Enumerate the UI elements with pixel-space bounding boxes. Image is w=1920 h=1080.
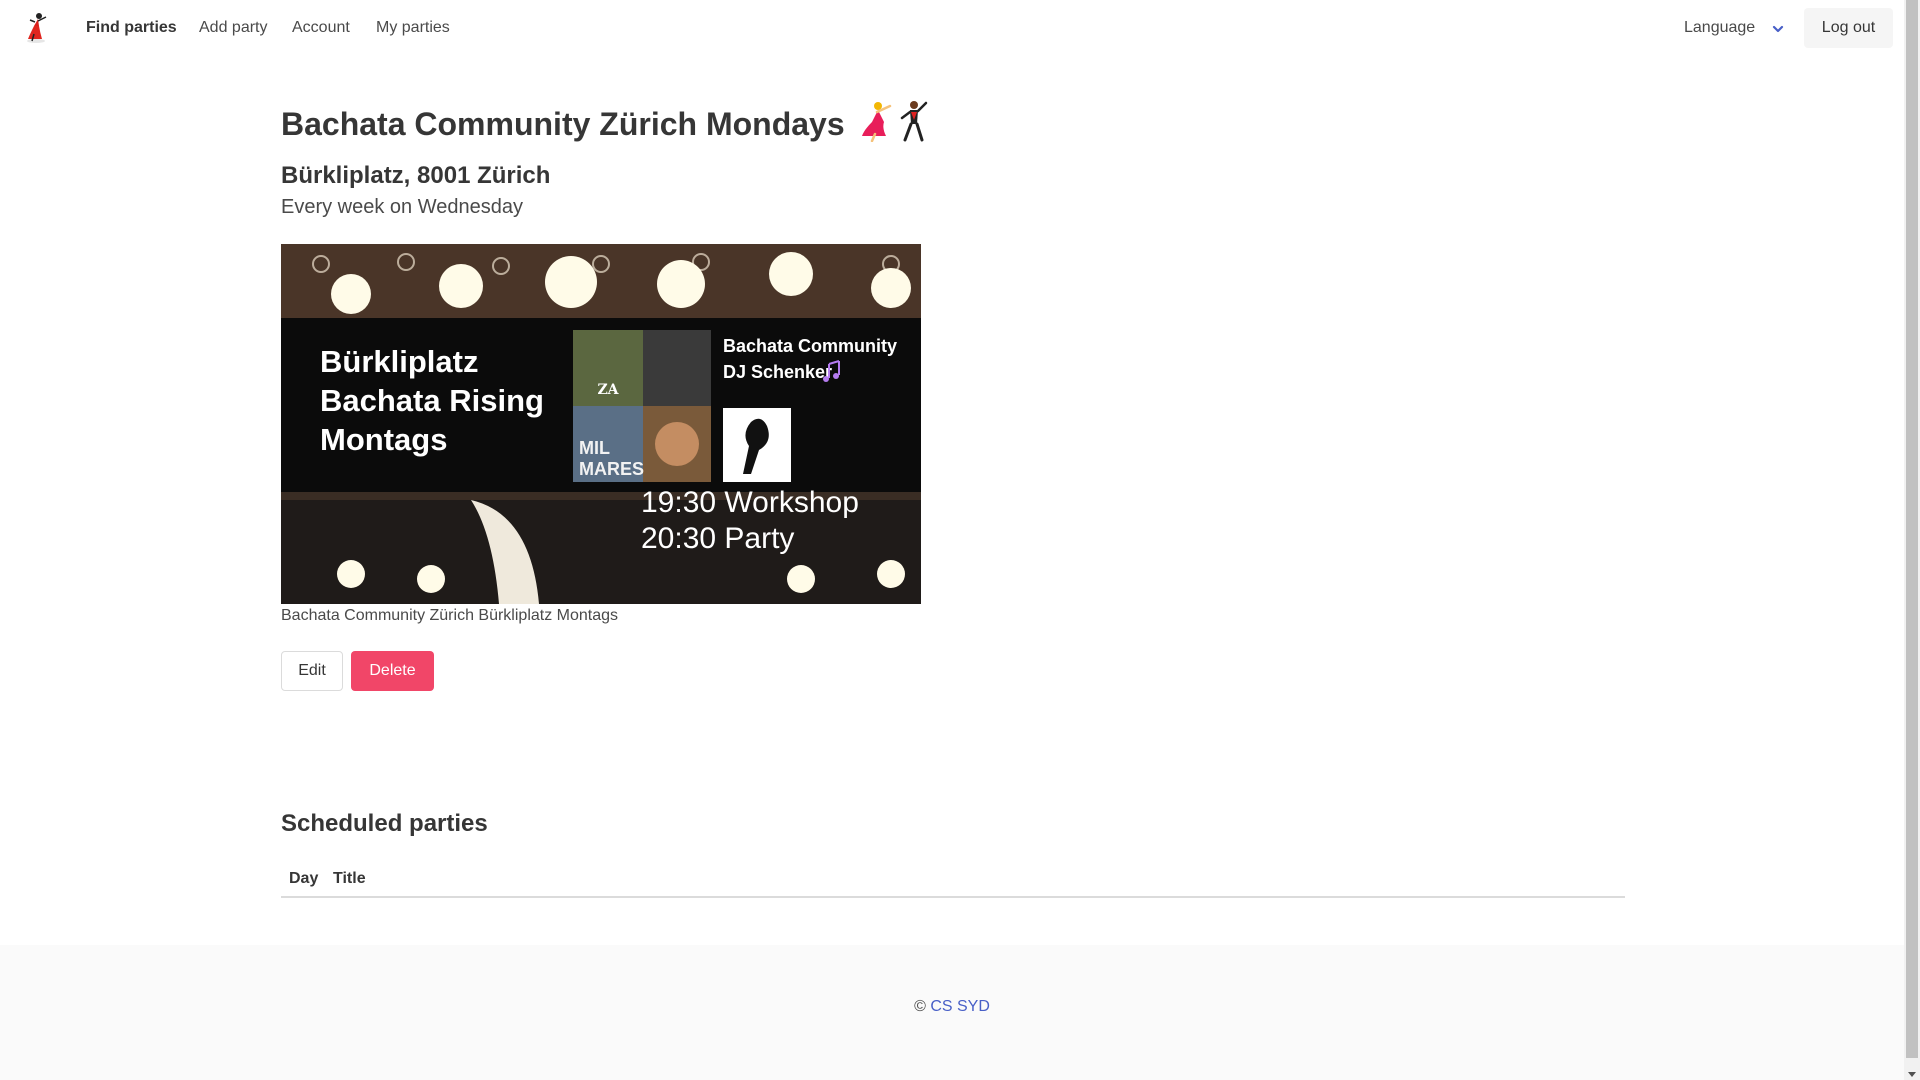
poster-heading-line-2: Bachata Rising [320,383,544,418]
nav-account[interactable]: Account [292,0,350,55]
scroll-down-arrow-icon[interactable] [1908,1072,1916,1077]
scheduled-parties-title: Scheduled parties [281,810,488,837]
vertical-scrollbar[interactable] [1904,0,1920,1080]
party-title: Bachata Community Zürich Mondays [281,100,934,153]
dancers-emoji-icon [860,100,934,153]
album-text-3: MARES [579,459,644,479]
party-title-text: Bachata Community Zürich Mondays [281,105,845,142]
poster-caption: Bachata Community Zürich Bürkliplatz Mon… [281,607,619,624]
scheduled-parties-table: Day Title [281,864,1625,898]
scrollbar-thumb[interactable] [1906,0,1918,1058]
delete-button[interactable]: Delete [351,651,434,691]
logout-button[interactable]: Log out [1804,8,1893,48]
album-text-2: MIL [579,438,610,458]
nav-find-parties[interactable]: Find parties [86,0,177,55]
poster-time-party: 20:30 Party [641,522,794,555]
column-header-day: Day [289,870,319,887]
nav-my-parties[interactable]: My parties [376,0,450,55]
poster-dj-line-2: DJ Schenker [723,362,832,382]
poster-heading-line-1: Bürkliplatz [320,344,478,379]
nav-add-party[interactable]: Add party [199,0,267,55]
navbar: Find parties Add party Account My partie… [0,0,1904,55]
footer: © CS SYD [0,945,1904,1080]
party-poster-image: ZA MIL MARES Bürkliplatz Bachata Rising … [281,244,921,604]
album-text-1: ZA [597,382,619,398]
language-label: Language [1684,19,1756,36]
party-recurrence: Every week on Wednesday [281,196,523,218]
party-address: Bürkliplatz, 8001 Zürich [281,162,551,189]
footer-copyright: © CS SYD [0,998,1904,1016]
poster-time-workshop: 19:30 Workshop [641,486,859,519]
poster-heading-line-3: Montags [320,422,447,457]
dancer-logo-icon[interactable] [22,12,52,44]
poster-dj-line-1: Bachata Community [723,336,897,356]
language-dropdown[interactable]: Language [1684,0,1784,55]
chevron-down-icon [1772,25,1784,33]
page: Find parties Add party Account My partie… [0,0,1904,1080]
column-header-title: Title [333,870,366,887]
edit-button[interactable]: Edit [281,651,343,691]
copyright-symbol: © [914,998,926,1015]
footer-link-cs-syd[interactable]: CS SYD [930,998,990,1015]
